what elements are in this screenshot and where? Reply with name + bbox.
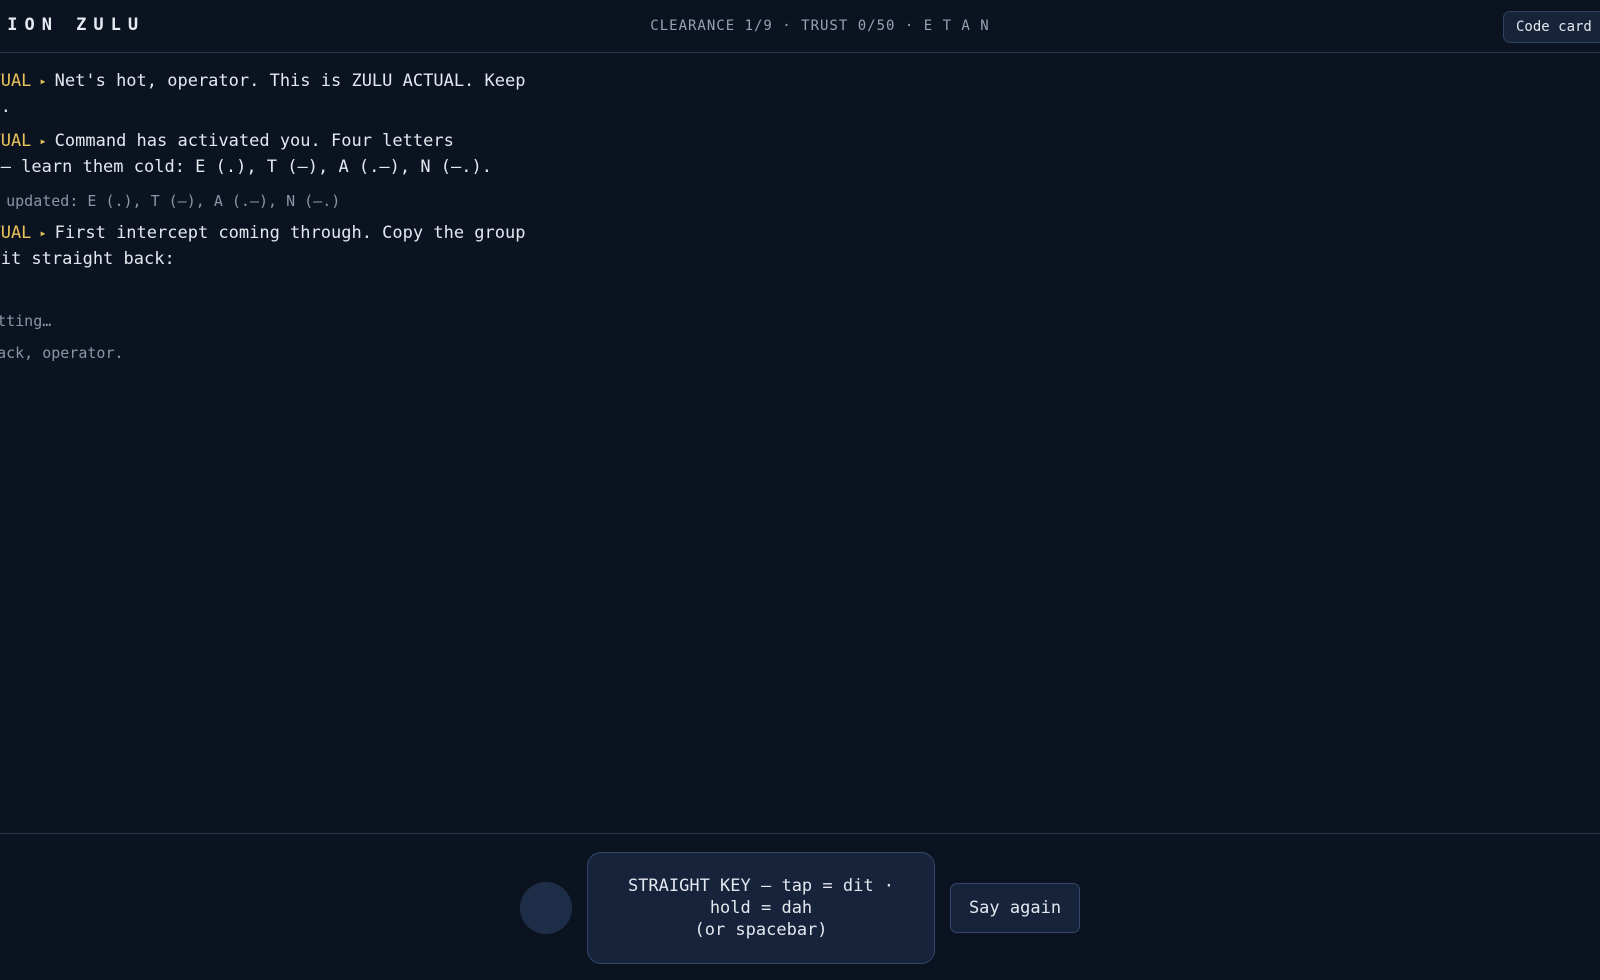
message-1-line-1: ACTUAL ▸ Net's hot, operator. This is ZULU…: [0, 68, 525, 95]
transcript-log: ACTUAL ▸ Net's hot, operator. This is ZULU…: [0, 53, 1600, 833]
code-card-update-notice: ard updated: E (.), T (–), A (.–), N (–.…: [0, 192, 341, 210]
straight-key-button[interactable]: STRAIGHT KEY — tap = dit · hold = dah (o…: [587, 852, 935, 964]
message-2-line-1: ACTUAL ▸ Command has activated you. Four l…: [0, 128, 454, 155]
message-3-line-1: ACTUAL ▸ First intercept coming through. C…: [0, 220, 525, 247]
transmitting-status: smitting…: [0, 312, 52, 330]
status-readout: CLEARANCE 1/9 · TRUST 0/50 · E T A N: [650, 18, 990, 34]
message-1-line-2: ght.: [0, 97, 11, 117]
code-card-button[interactable]: Code card: [1503, 11, 1600, 43]
top-bar: TION ZULU CLEARANCE 1/9 · TRUST 0/50 · E…: [0, 0, 1600, 53]
message-text: Command has activated you. Four letters: [54, 131, 454, 151]
say-again-button[interactable]: Say again: [950, 883, 1080, 933]
app-window: TION ZULU CLEARANCE 1/9 · TRUST 0/50 · E…: [0, 0, 1600, 980]
speaker-label: ACTUAL: [0, 71, 32, 91]
signal-led-indicator: [520, 882, 572, 934]
key-instruction-line-3: (or spacebar): [694, 920, 828, 940]
separator-icon: ▸: [39, 74, 47, 88]
message-text: First intercept coming through. Copy the…: [54, 223, 526, 243]
separator-icon: ▸: [39, 134, 47, 148]
message-3-line-2: ey it straight back:: [0, 249, 175, 269]
message-2-line-2: ht — learn them cold: E (.), T (–), A (.…: [0, 157, 492, 177]
separator-icon: ▸: [39, 226, 47, 240]
key-console: STRAIGHT KEY — tap = dit · hold = dah (o…: [0, 833, 1600, 980]
key-instruction-line-1: STRAIGHT KEY — tap = dit ·: [627, 876, 895, 896]
speaker-label: ACTUAL: [0, 223, 32, 243]
key-instruction-line-2: hold = dah: [709, 898, 813, 918]
operator-prompt: t back, operator.: [0, 344, 124, 362]
message-text: Net's hot, operator. This is ZULU ACTUAL…: [54, 71, 526, 91]
speaker-label: ACTUAL: [0, 131, 32, 151]
